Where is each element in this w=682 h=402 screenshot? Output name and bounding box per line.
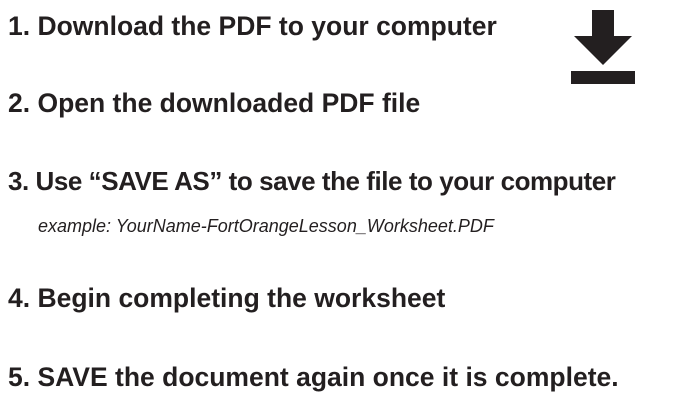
step-1-download: 1. Download the PDF to your computer	[8, 11, 497, 41]
step-4-complete: 4. Begin completing the worksheet	[8, 283, 446, 313]
download-icon[interactable]	[571, 10, 635, 84]
step-3-save-as: 3. Use “SAVE AS” to save the file to you…	[8, 166, 616, 196]
step-5-save-again: 5. SAVE the document again once it is co…	[8, 362, 619, 392]
step-2-open: 2. Open the downloaded PDF file	[8, 88, 421, 118]
example-filename: example: YourName-FortOrangeLesson_Works…	[38, 216, 494, 236]
